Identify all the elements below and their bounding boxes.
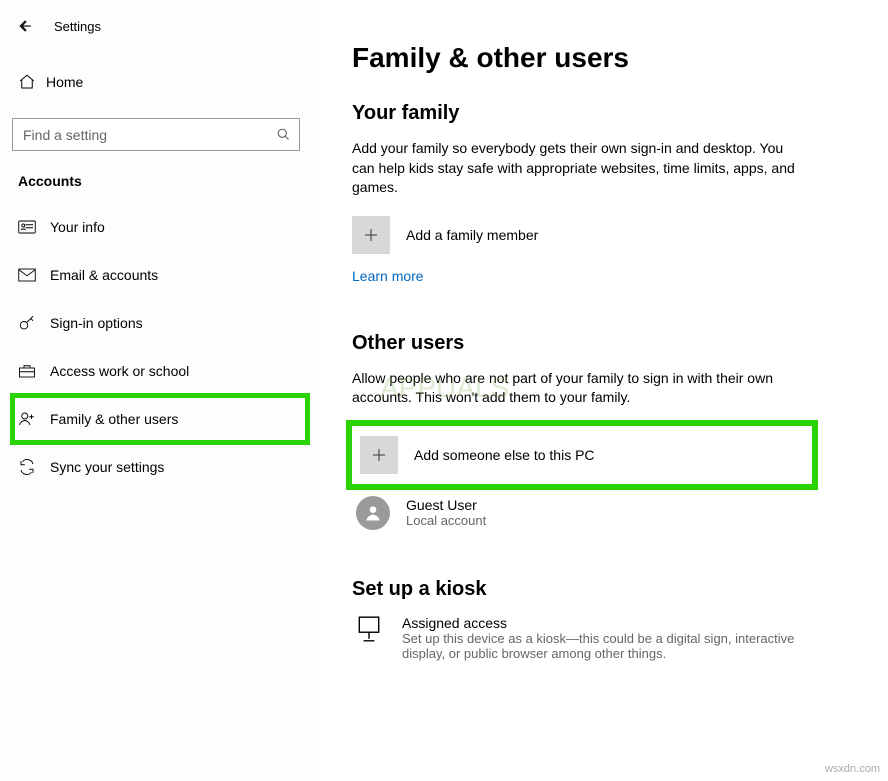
person-icon <box>363 503 383 523</box>
back-arrow-icon <box>15 17 33 35</box>
family-description: Add your family so everybody gets their … <box>352 139 802 198</box>
search-box[interactable] <box>12 118 300 151</box>
source-mark: wsxdn.com <box>825 763 880 775</box>
other-users-description: Allow people who are not part of your fa… <box>352 369 802 408</box>
main-content: Family & other users Your family Add you… <box>320 0 888 781</box>
home-icon <box>18 73 46 91</box>
sidebar-item-label: Sync your settings <box>50 459 164 475</box>
add-someone-label: Add someone else to this PC <box>414 447 595 463</box>
guest-user-row[interactable]: Guest User Local account <box>352 490 848 536</box>
avatar <box>356 496 390 530</box>
search-icon <box>276 127 291 142</box>
sidebar-item-your-info[interactable]: Your info <box>12 203 308 251</box>
sidebar-item-label: Your info <box>50 219 105 235</box>
guest-user-name: Guest User <box>406 497 486 513</box>
add-family-member-button[interactable]: Add a family member <box>352 216 848 254</box>
page-title: Family & other users <box>352 42 848 74</box>
add-someone-else-button[interactable]: Add someone else to this PC <box>352 426 812 484</box>
learn-more-link[interactable]: Learn more <box>352 268 424 284</box>
sidebar-item-label: Sign-in options <box>50 315 143 331</box>
home-label: Home <box>46 74 83 90</box>
sidebar: Settings Home Accounts <box>0 0 320 781</box>
sidebar-item-label: Access work or school <box>50 363 189 379</box>
assigned-access-description: Set up this device as a kiosk—this could… <box>402 631 802 661</box>
search-input[interactable] <box>21 126 261 144</box>
id-card-icon <box>18 220 50 234</box>
people-add-icon <box>18 410 50 428</box>
assigned-access-button[interactable]: Assigned access Set up this device as a … <box>352 615 848 661</box>
plus-icon <box>352 216 390 254</box>
mail-icon <box>18 268 50 282</box>
guest-user-type: Local account <box>406 513 486 528</box>
sync-icon <box>18 458 50 476</box>
sidebar-item-family[interactable]: Family & other users <box>12 395 308 443</box>
kiosk-heading: Set up a kiosk <box>352 578 848 601</box>
sidebar-item-label: Family & other users <box>50 411 178 427</box>
briefcase-icon <box>18 363 50 379</box>
family-heading: Your family <box>352 102 848 125</box>
key-icon <box>18 314 50 332</box>
section-accounts: Accounts <box>18 173 308 189</box>
home-nav[interactable]: Home <box>12 62 308 102</box>
sidebar-item-work-school[interactable]: Access work or school <box>12 347 308 395</box>
other-users-heading: Other users <box>352 332 848 355</box>
assigned-access-title: Assigned access <box>402 615 802 631</box>
sidebar-item-label: Email & accounts <box>50 267 158 283</box>
sidebar-item-email[interactable]: Email & accounts <box>12 251 308 299</box>
app-title: Settings <box>54 19 101 34</box>
plus-icon <box>360 436 398 474</box>
sidebar-item-sync[interactable]: Sync your settings <box>12 443 308 491</box>
kiosk-icon <box>352 615 386 661</box>
sidebar-item-signin[interactable]: Sign-in options <box>12 299 308 347</box>
add-family-label: Add a family member <box>406 227 538 243</box>
back-button[interactable] <box>12 14 36 38</box>
